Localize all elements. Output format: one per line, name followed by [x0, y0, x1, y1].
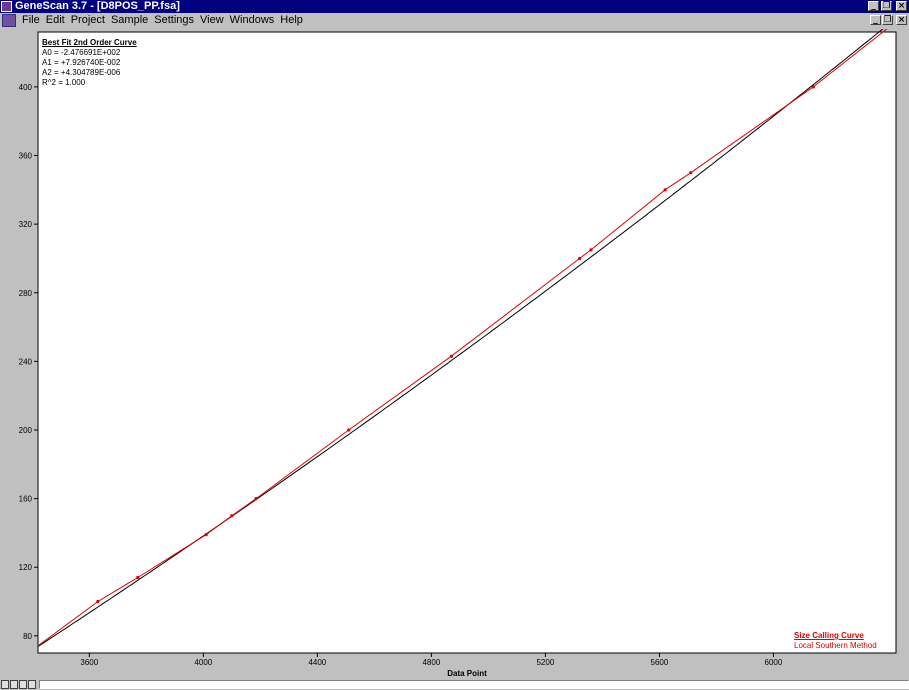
y-tick-label-400: 400	[19, 83, 33, 92]
document-window-controls: _ ❐ ×	[870, 15, 907, 25]
menu-edit[interactable]: Edit	[43, 13, 68, 27]
menu-view[interactable]: View	[197, 13, 227, 27]
y-tick-label-200: 200	[19, 426, 33, 435]
y-tick-label-80: 80	[23, 632, 32, 641]
menu-bar: File Edit Project Sample Settings View W…	[0, 13, 909, 27]
title-bar: GeneScan 3.7 - [D8POS_PP.fsa] _ ❐ ×	[0, 0, 909, 13]
doc-minimize-button[interactable]: _	[870, 15, 881, 25]
data-point-8	[589, 248, 593, 252]
data-point-2	[204, 533, 208, 537]
close-button[interactable]: ×	[896, 1, 907, 11]
fit-a2: A2 = +4.304789E-006	[42, 68, 121, 77]
menu-file[interactable]: File	[19, 13, 43, 27]
window-controls: _ ❐ ×	[868, 1, 907, 11]
x-tick-label-5200: 5200	[536, 658, 554, 667]
size-calling-chart: 80 120 160 200 240 280 320 360 400 3600 4000 4400 4…	[19, 29, 897, 677]
info-icon[interactable]	[10, 680, 18, 689]
data-point-9	[663, 188, 667, 192]
fit-a1: A1 = +7.926740E-002	[42, 58, 121, 67]
fit-a0: A0 = -2.476691E+002	[42, 48, 121, 57]
status-bar	[0, 679, 909, 690]
app-icon[interactable]	[1, 1, 12, 12]
legend: Size Calling Curve Local Southern Method	[794, 631, 877, 651]
fit-info: Best Fit 2nd Order Curve A0 = -2.476691E…	[42, 38, 137, 88]
chart-icon[interactable]	[19, 680, 27, 689]
menu-windows[interactable]: Windows	[227, 13, 278, 27]
image-icon[interactable]	[28, 680, 36, 689]
plot-window: 80 120 160 200 240 280 320 360 400 3600 4000 4400 4…	[0, 29, 909, 677]
data-point-10	[689, 171, 693, 175]
y-tick-label-360: 360	[19, 152, 33, 161]
x-axis: 3600 4000 4400 4800 5200 5600 6000	[80, 653, 783, 667]
y-tick-label-120: 120	[19, 563, 33, 572]
data-point-11	[811, 85, 815, 89]
doc-restore-button[interactable]: ❐	[882, 15, 893, 25]
window-title: GeneScan 3.7 - [D8POS_PP.fsa]	[15, 0, 180, 12]
doc-close-button[interactable]: ×	[896, 15, 907, 25]
fit-header: Best Fit 2nd Order Curve	[42, 38, 137, 47]
y-axis: 80 120 160 200 240 280 320 360 400	[19, 83, 38, 641]
x-tick-label-4400: 4400	[308, 658, 326, 667]
data-point-7	[577, 256, 582, 261]
menu-help[interactable]: Help	[277, 13, 306, 27]
data-point-0	[96, 599, 100, 604]
data-point-1	[136, 575, 140, 580]
y-tick-label-240: 240	[19, 357, 33, 366]
y-tick-label-320: 320	[19, 220, 33, 229]
window-icon[interactable]	[1, 680, 9, 689]
menu-settings[interactable]: Settings	[151, 13, 197, 27]
minimize-button[interactable]: _	[868, 1, 879, 11]
x-axis-label: Data Point	[447, 669, 487, 677]
menu-project[interactable]: Project	[68, 13, 108, 27]
legend-title: Size Calling Curve	[794, 631, 864, 640]
restore-button[interactable]: ❐	[881, 1, 892, 11]
x-tick-label-5600: 5600	[651, 658, 669, 667]
data-point-5	[347, 428, 351, 432]
y-tick-label-280: 280	[19, 289, 33, 298]
x-tick-label-4000: 4000	[194, 658, 212, 667]
menu-sample[interactable]: Sample	[108, 13, 151, 27]
document-icon[interactable]	[2, 13, 16, 27]
x-tick-label-4800: 4800	[422, 658, 440, 667]
data-point-6	[449, 354, 453, 358]
status-field	[39, 680, 909, 689]
data-point-3	[230, 514, 234, 518]
x-tick-label-6000: 6000	[765, 658, 783, 667]
data-point-4	[254, 497, 258, 501]
y-tick-label-160: 160	[19, 495, 33, 504]
x-tick-label-3600: 3600	[80, 658, 98, 667]
legend-method: Local Southern Method	[794, 641, 877, 650]
fit-r2: R^2 = 1.000	[42, 78, 86, 87]
